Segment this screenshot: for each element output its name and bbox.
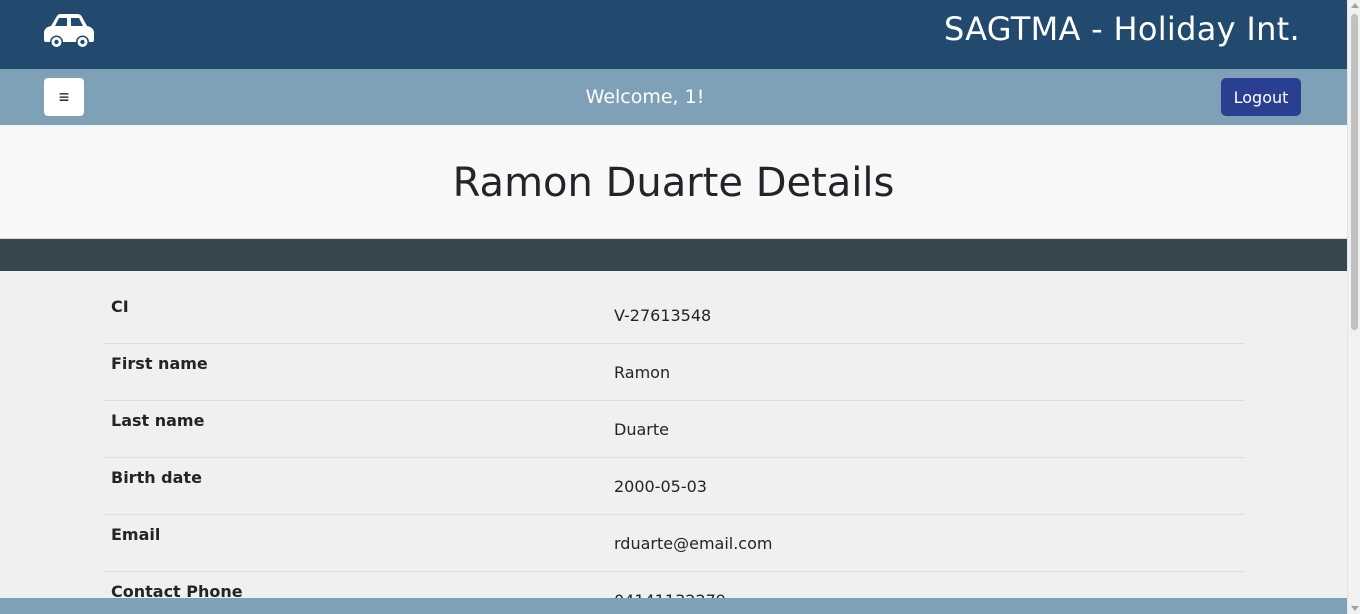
detail-value: Ramon bbox=[614, 363, 671, 382]
detail-label: Email bbox=[111, 525, 161, 544]
detail-label: Birth date bbox=[111, 468, 202, 487]
detail-value: rduarte@email.com bbox=[614, 534, 773, 553]
car-icon[interactable] bbox=[43, 13, 95, 47]
brand-title: SAGTMA - Holiday Int. bbox=[943, 10, 1300, 48]
detail-value: Duarte bbox=[614, 420, 669, 439]
detail-row-first-name: First name Ramon bbox=[104, 344, 1244, 401]
detail-row-birth-date: Birth date 2000-05-03 bbox=[104, 458, 1244, 515]
detail-label: CI bbox=[111, 297, 129, 316]
scroll-down-arrow-icon[interactable] bbox=[1351, 606, 1359, 611]
page-title: Ramon Duarte Details bbox=[452, 160, 895, 206]
page-scrollbar[interactable] bbox=[1347, 0, 1360, 614]
detail-value: 2000-05-03 bbox=[614, 477, 707, 496]
section-divider-band bbox=[0, 239, 1347, 271]
scrollbar-thumb[interactable] bbox=[1351, 14, 1358, 330]
detail-label: First name bbox=[111, 354, 208, 373]
navbar: ≡ Welcome, 1! Logout bbox=[0, 69, 1347, 125]
detail-row-last-name: Last name Duarte bbox=[104, 401, 1244, 458]
welcome-message: Welcome, 1! bbox=[585, 86, 705, 108]
page: SAGTMA - Holiday Int. ≡ Welcome, 1! Logo… bbox=[0, 0, 1360, 614]
page-heading: Ramon Duarte Details bbox=[0, 125, 1347, 239]
detail-row-email: Email rduarte@email.com bbox=[104, 515, 1244, 572]
detail-label: Last name bbox=[111, 411, 205, 430]
scroll-up-arrow-icon[interactable] bbox=[1351, 3, 1359, 8]
brand-bar: SAGTMA - Holiday Int. bbox=[0, 0, 1347, 69]
footer-bar bbox=[0, 598, 1347, 614]
detail-row-ci: CI V-27613548 bbox=[104, 288, 1244, 344]
detail-value: V-27613548 bbox=[614, 306, 712, 325]
details-list: CI V-27613548 First name Ramon Last name… bbox=[104, 288, 1244, 614]
logout-button[interactable]: Logout bbox=[1221, 78, 1301, 116]
